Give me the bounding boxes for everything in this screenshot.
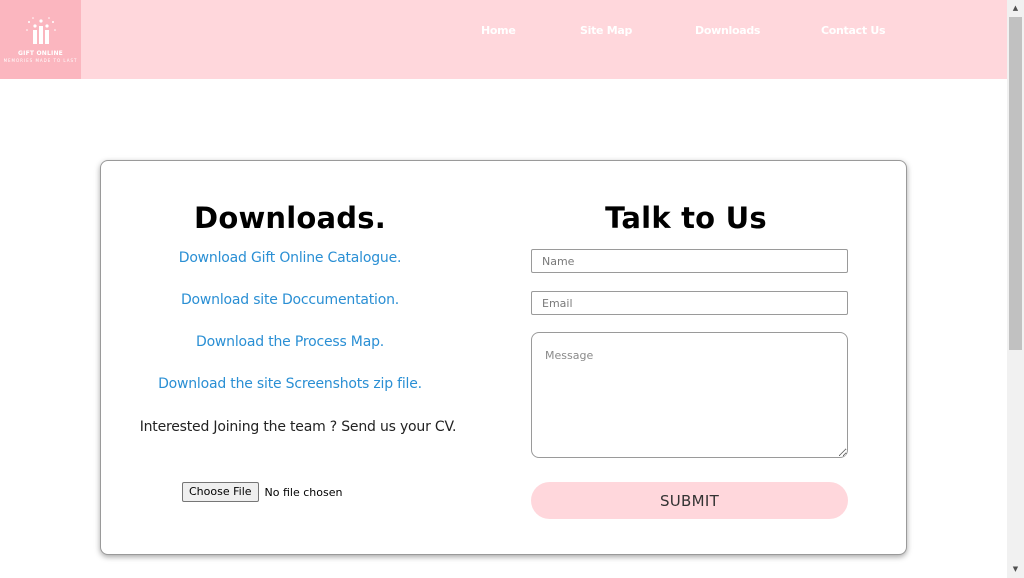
top-navbar: GIFT ONLINE MEMORIES MADE TO LAST Home S… <box>0 0 1007 79</box>
nav-link-home[interactable]: Home <box>481 24 516 40</box>
downloads-contact-card: Downloads. Download Gift Online Catalogu… <box>100 160 907 555</box>
page-scrollbar[interactable]: ▲ ▼ <box>1007 0 1024 578</box>
nav-link-contact-us[interactable]: Contact Us <box>821 24 886 40</box>
join-team-text: Interested Joining the team ? Send us yo… <box>139 419 457 435</box>
cv-file-input[interactable]: Choose File No file chosen <box>182 482 342 502</box>
scroll-up-arrow-icon[interactable]: ▲ <box>1007 0 1024 17</box>
message-textarea[interactable] <box>531 332 848 458</box>
download-process-map-link[interactable]: Download the Process Map. <box>131 334 449 350</box>
contact-heading: Talk to Us <box>605 201 767 235</box>
download-documentation-link[interactable]: Download site Doccumentation. <box>131 292 449 308</box>
scroll-down-arrow-icon[interactable]: ▼ <box>1007 561 1024 578</box>
choose-file-button[interactable]: Choose File <box>182 482 259 502</box>
logo-name: GIFT ONLINE <box>18 49 63 57</box>
scroll-thumb[interactable] <box>1009 17 1022 350</box>
nav-link-site-map[interactable]: Site Map <box>580 24 632 40</box>
file-status-text: No file chosen <box>264 485 343 499</box>
name-input[interactable] <box>531 249 848 273</box>
gift-logo-icon <box>25 16 56 44</box>
download-screenshots-link[interactable]: Download the site Screenshots zip file. <box>131 376 449 392</box>
site-logo[interactable]: GIFT ONLINE MEMORIES MADE TO LAST <box>0 0 81 79</box>
nav-link-downloads[interactable]: Downloads <box>695 24 760 40</box>
email-input[interactable] <box>531 291 848 315</box>
logo-tagline: MEMORIES MADE TO LAST <box>3 57 78 63</box>
download-catalogue-link[interactable]: Download Gift Online Catalogue. <box>131 250 449 266</box>
downloads-heading: Downloads. <box>194 201 386 235</box>
submit-button[interactable]: SUBMIT <box>531 482 848 519</box>
